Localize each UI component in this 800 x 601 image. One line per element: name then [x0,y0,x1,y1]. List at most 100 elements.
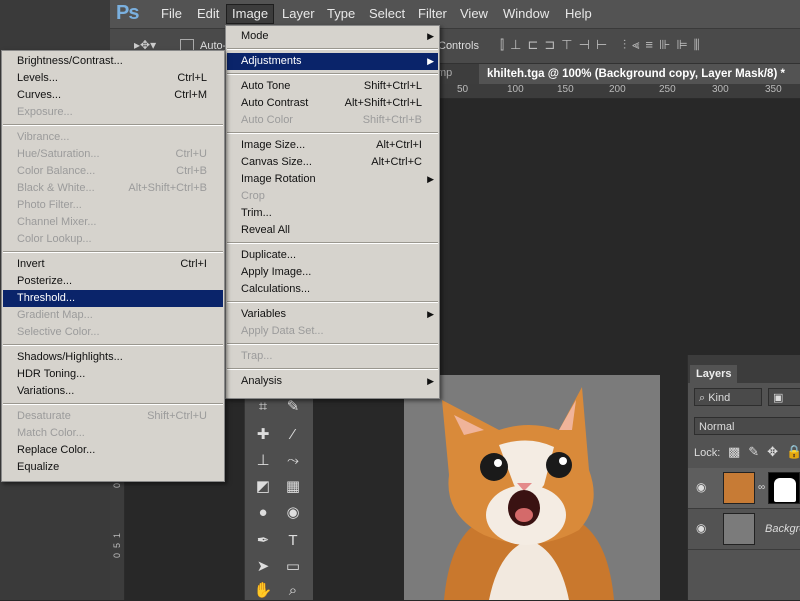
menu-item-replace-color[interactable]: Replace Color... [3,442,223,459]
menu-item-label: Canvas Size... [241,156,312,168]
menu-item-equalize[interactable]: Equalize [3,459,223,476]
menu-item-levels[interactable]: Levels... Ctrl+L [3,70,223,87]
menu-item-channel-mixer: Channel Mixer... [3,214,223,231]
menu-image[interactable]: Image [226,4,275,24]
rectangle-tool-icon[interactable]: ▭ [283,557,303,577]
menu-item-label: Equalize [17,461,60,473]
lock-icons[interactable]: ▩✎✥🔒 [728,444,800,460]
menu-item-color-balance: Color Balance... Ctrl+B [3,163,223,180]
layer-row-background-copy[interactable]: ◉ ∞ [688,468,800,509]
menu-type[interactable]: Type [324,6,358,22]
crop-tool-icon[interactable]: ⌗ [253,397,273,417]
menu-item-canvas-size[interactable]: Canvas Size... Alt+Ctrl+C [227,154,438,171]
menu-item-label: Trap... [241,350,273,362]
type-tool-icon[interactable]: T [283,531,303,551]
align-distribute-icons[interactable]: ⫿⊥⊏⊐⊤⊣⊢ ⫶⫷≡⊪⊫⫼ [500,37,800,55]
menu-item-trim[interactable]: Trim... [227,205,438,222]
menu-item-invert[interactable]: Invert Ctrl+I [3,256,223,273]
menu-item-image-size[interactable]: Image Size... Alt+Ctrl+I [227,137,438,154]
tab-layers[interactable]: Layers [690,365,738,383]
eraser-tool-icon[interactable]: ◩ [253,477,273,497]
layer-thumbnail [723,513,755,545]
menu-item-gradient-map: Gradient Map... [3,307,223,324]
menu-layer[interactable]: Layer [279,6,318,22]
cat-photo [404,375,660,600]
menu-item-apply-image[interactable]: Apply Image... [227,264,438,281]
menu-item-label: Apply Data Set... [241,325,324,337]
menu-item-shortcut: Alt+Shift+Ctrl+B [128,182,207,194]
menu-item-variations[interactable]: Variations... [3,383,223,400]
menu-select[interactable]: Select [366,6,408,22]
menu-item-analysis[interactable]: Analysis ▶ [227,373,438,390]
filter-image-icon[interactable]: ▣ [768,388,800,406]
menu-filter[interactable]: Filter [415,6,450,22]
clone-stamp-tool-icon[interactable]: ⊥ [253,451,273,471]
menu-item-label: Duplicate... [241,249,297,261]
menu-view[interactable]: View [457,6,491,22]
menu-item-brightness-contrast[interactable]: Brightness/Contrast... [3,53,223,70]
menu-item-shortcut: Ctrl+L [177,72,207,84]
menu-item-variables[interactable]: Variables ▶ [227,306,438,323]
hand-tool-icon[interactable]: ✋ [253,581,273,601]
menu-item-label: Selective Color... [17,326,100,338]
menu-edit[interactable]: Edit [194,6,222,22]
history-brush-tool-icon[interactable]: ⤳ [283,451,303,471]
menu-item-hdr-toning[interactable]: HDR Toning... [3,366,223,383]
hruler-label: 250 [659,84,676,95]
path-selection-tool-icon[interactable]: ➤ [253,557,273,577]
menu-file[interactable]: File [158,6,185,22]
menu-item-duplicate[interactable]: Duplicate... [227,247,438,264]
menu-item-label: Exposure... [17,106,73,118]
layer-mask-thumbnail[interactable] [768,472,800,504]
menu-item-label: Adjustments [241,55,302,67]
filter-kind-value: Kind [708,392,731,404]
menu-item-label: Desaturate [17,410,71,422]
layer-name: Backgro [765,523,800,535]
menu-item-threshold[interactable]: Threshold... [3,290,223,307]
visibility-eye-icon[interactable]: ◉ [696,521,712,537]
brush-tool-icon[interactable]: ⁄ [283,425,303,445]
menu-item-adjustments[interactable]: Adjustments ▶ [227,53,438,70]
zoom-tool-icon[interactable]: ⌕ [283,581,303,601]
eyedropper-tool-icon[interactable]: ✎ [283,397,303,417]
menu-help[interactable]: Help [562,6,595,22]
hruler-label: 100 [507,84,524,95]
visibility-eye-icon[interactable]: ◉ [696,480,712,496]
link-icon[interactable]: ∞ [758,482,765,493]
menu-item-calculations[interactable]: Calculations... [227,281,438,298]
menu-item-label: Crop [241,190,265,202]
menu-window[interactable]: Window [500,6,552,22]
document-tab-active[interactable]: khilteh.tga @ 100% (Background copy, Lay… [479,64,800,84]
menu-item-image-rotation[interactable]: Image Rotation ▶ [227,171,438,188]
document-tab-bar: mp khilteh.tga @ 100% (Background copy, … [437,64,800,84]
pen-tool-icon[interactable]: ✒ [253,531,273,551]
menu-item-reveal-all[interactable]: Reveal All [227,222,438,239]
menu-item-selective-color: Selective Color... [3,324,223,341]
menu-item-color-lookup: Color Lookup... [3,231,223,248]
filter-kind-select[interactable]: ⌕ Kind [694,388,762,406]
menu-item-auto-tone[interactable]: Auto Tone Shift+Ctrl+L [227,78,438,95]
menu-item-shortcut: Shift+Ctrl+U [147,410,207,422]
layer-row-background[interactable]: ◉ Backgro [688,509,800,550]
blur-tool-icon[interactable]: ● [253,503,273,523]
menu-item-auto-contrast[interactable]: Auto Contrast Alt+Shift+Ctrl+L [227,95,438,112]
menu-item-posterize[interactable]: Posterize... [3,273,223,290]
dodge-tool-icon[interactable]: ◉ [283,503,303,523]
document-canvas[interactable] [404,375,660,600]
vruler-label: 0 [112,483,122,489]
menu-item-mode[interactable]: Mode ▶ [227,28,438,45]
menu-item-hue-saturation: Hue/Saturation... Ctrl+U [3,146,223,163]
menu-item-label: Replace Color... [17,444,96,456]
menu-item-shadows-highlights[interactable]: Shadows/Highlights... [3,349,223,366]
menu-item-auto-color: Auto Color Shift+Ctrl+B [227,112,438,129]
menu-item-curves[interactable]: Curves... Ctrl+M [3,87,223,104]
gradient-tool-icon[interactable]: ▦ [283,477,303,497]
lock-label: Lock: [694,447,721,459]
menu-item-label: Color Balance... [17,165,96,177]
menu-bar: Ps File Edit Image Layer Type Select Fil… [110,0,800,29]
menu-item-label: Vibrance... [17,131,70,143]
menu-item-label: Photo Filter... [17,199,82,211]
healing-brush-tool-icon[interactable]: ✚ [253,425,273,445]
blend-mode-select[interactable]: Normal [694,417,800,435]
layers-panel-tabbar: Layers [688,355,800,383]
